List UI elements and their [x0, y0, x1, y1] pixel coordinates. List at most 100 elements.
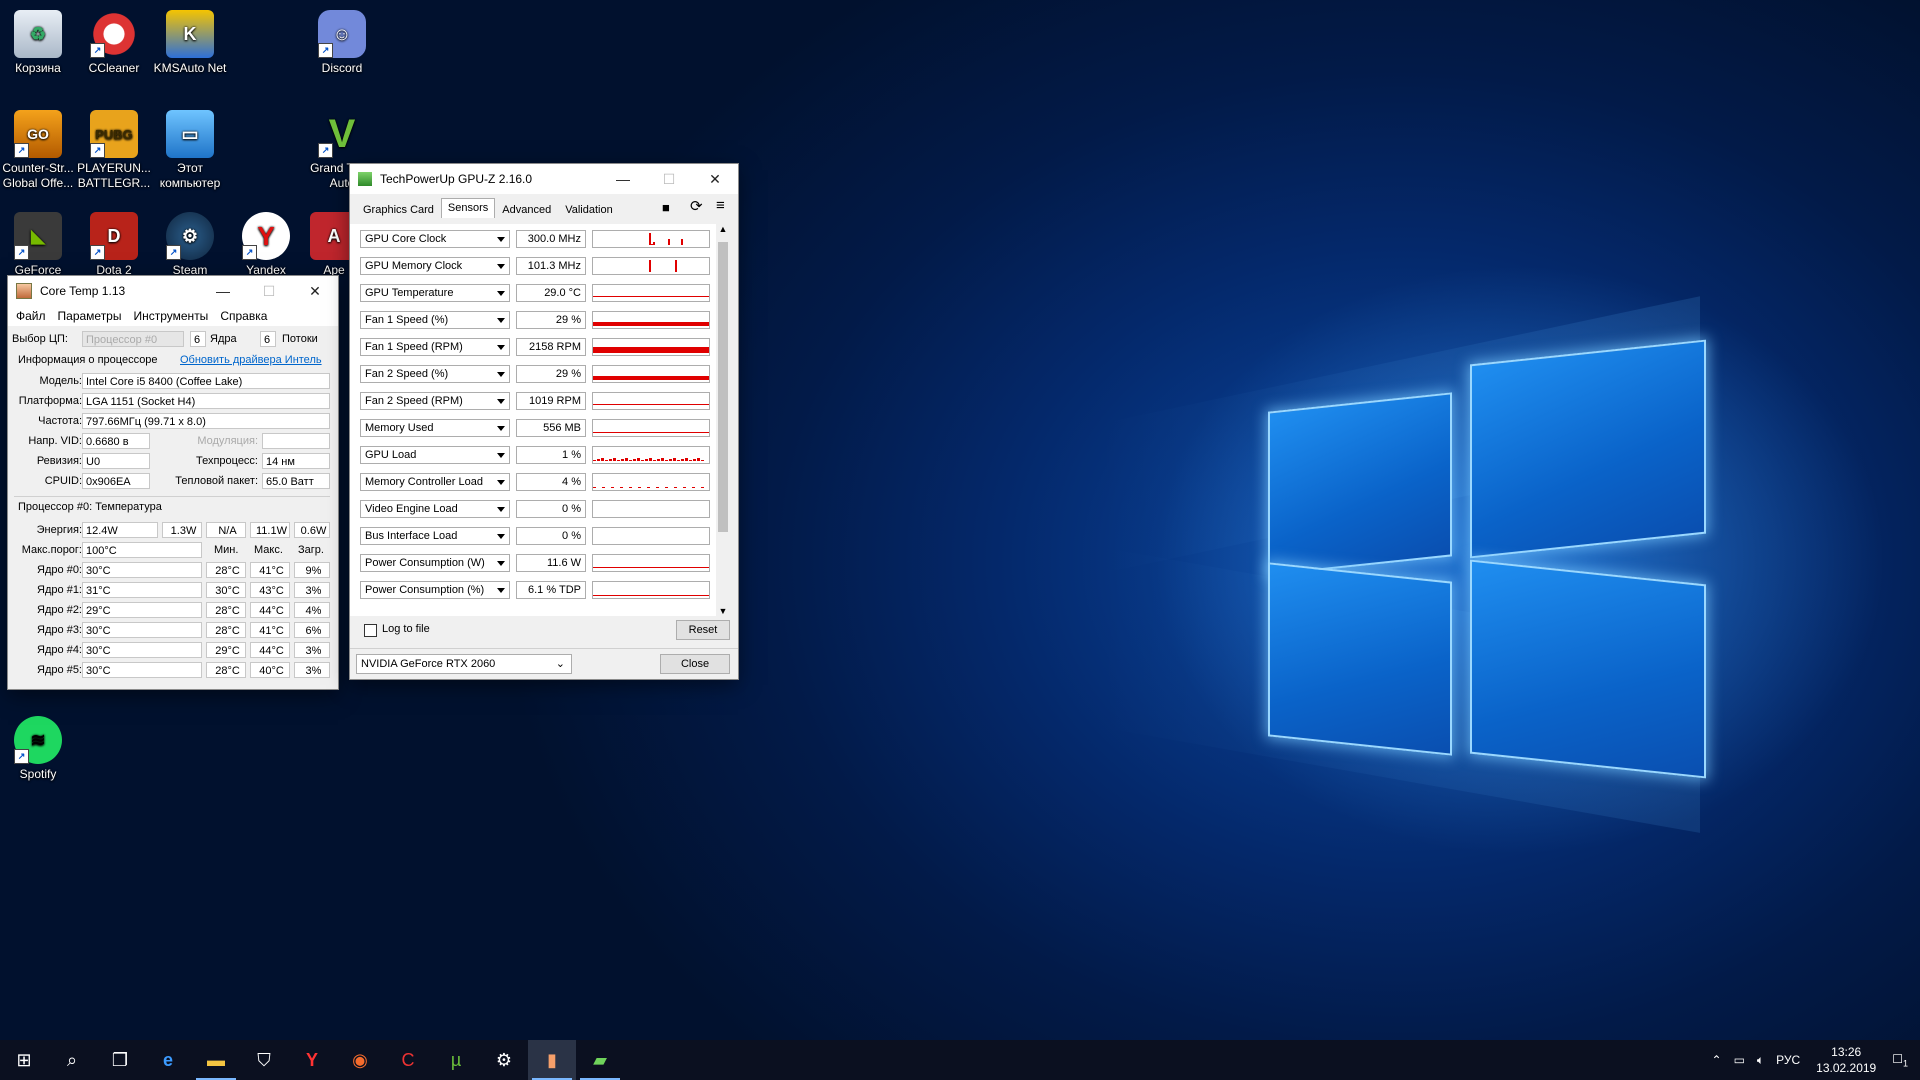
menu-icon[interactable]: ≡ — [716, 197, 725, 214]
desktop-icon-pubg[interactable]: PUBG ↗ PLAYERUN... BATTLEGR... — [76, 106, 152, 191]
sensor-name: Memory Used — [365, 422, 434, 434]
shortcut-arrow-icon: ↗ — [14, 245, 29, 260]
desktop-icon-discord[interactable]: ☺ ↗ Discord — [304, 6, 380, 76]
gpu-select-dropdown[interactable]: NVIDIA GeForce RTX 2060 ⌄ — [356, 654, 572, 674]
sensor-name-dropdown[interactable]: Fan 2 Speed (%) — [360, 365, 510, 383]
menu-help[interactable]: Справка — [220, 309, 267, 323]
cpuid-label: CPUID: — [44, 475, 82, 487]
taskbar-coretemp[interactable]: ▮ — [528, 1040, 576, 1080]
graph-spike — [685, 458, 688, 461]
core-load: 3% — [294, 662, 330, 678]
tab-sensors[interactable]: Sensors — [440, 198, 496, 218]
language-indicator[interactable]: РУС — [1776, 1053, 1800, 1067]
close-button[interactable]: ✕ — [692, 164, 738, 194]
chevron-down-icon: ⌄ — [555, 658, 565, 670]
tab-validation[interactable]: Validation — [558, 200, 620, 220]
sensor-graph — [592, 311, 710, 329]
search-button[interactable]: ⌕ — [48, 1040, 96, 1080]
menu-file[interactable]: Файл — [16, 309, 46, 323]
cpu-select-dropdown[interactable]: Процессор #0 — [82, 331, 184, 347]
notification-icon[interactable]: ☐1 — [1892, 1052, 1908, 1068]
taskbar-origin[interactable]: ◉ — [336, 1040, 384, 1080]
taskbar-ccleaner[interactable]: C — [384, 1040, 432, 1080]
core-max: 43°C — [250, 582, 290, 598]
menu-options[interactable]: Параметры — [58, 309, 122, 323]
sensor-name-dropdown[interactable]: Bus Interface Load — [360, 527, 510, 545]
tab-graphics-card[interactable]: Graphics Card — [356, 200, 441, 220]
desktop-icon-steam[interactable]: ⚙ ↗ Steam — [152, 208, 228, 278]
update-drivers-link[interactable]: Обновить драйвера Интель — [180, 351, 322, 369]
sensor-name-dropdown[interactable]: GPU Load — [360, 446, 510, 464]
desktop-icon-dota2[interactable]: D ↗ Dota 2 — [76, 208, 152, 278]
sensor-row: Memory Controller Load 4 % — [360, 471, 714, 493]
sensor-name-dropdown[interactable]: Video Engine Load — [360, 500, 510, 518]
sensor-name: Fan 1 Speed (%) — [365, 314, 449, 326]
gpuz-titlebar[interactable]: TechPowerUp GPU-Z 2.16.0 — ☐ ✕ — [350, 164, 738, 194]
start-button[interactable]: ⊞ — [0, 1040, 48, 1080]
desktop-icon-recycle-bin[interactable]: ♻ Корзина — [0, 6, 76, 76]
core-load: 3% — [294, 582, 330, 598]
scrollbar-thumb[interactable] — [718, 242, 728, 532]
taskbar-edge[interactable]: e — [144, 1040, 192, 1080]
volume-icon[interactable]: 🔈︎ — [1757, 1053, 1764, 1068]
scroll-down-icon[interactable]: ▼ — [716, 606, 730, 616]
taskbar-store[interactable]: ⛉ — [240, 1040, 288, 1080]
graph-line — [649, 244, 655, 245]
close-window-button[interactable]: Close — [660, 654, 730, 674]
revision-value: U0 — [82, 453, 150, 469]
core-load: 6% — [294, 622, 330, 638]
desktop-icon-kmsauto[interactable]: K KMSAuto Net — [152, 6, 228, 76]
sensor-value: 29.0 °C — [516, 284, 586, 302]
task-view-button[interactable]: ❐ — [96, 1040, 144, 1080]
minimize-button[interactable]: — — [200, 276, 246, 306]
refresh-icon[interactable]: ⟳ — [690, 197, 703, 215]
kmsauto-icon: K — [166, 10, 214, 58]
taskbar-utorrent[interactable]: µ — [432, 1040, 480, 1080]
sensor-name-dropdown[interactable]: GPU Memory Clock — [360, 257, 510, 275]
sensor-name-dropdown[interactable]: Memory Controller Load — [360, 473, 510, 491]
sensor-graph — [592, 365, 710, 383]
sensor-name-dropdown[interactable]: Power Consumption (W) — [360, 554, 510, 572]
sensor-name: GPU Core Clock — [365, 233, 447, 245]
sensor-name-dropdown[interactable]: GPU Core Clock — [360, 230, 510, 248]
steam-icon: ⚙ — [495, 1049, 513, 1070]
core-max: 41°C — [250, 622, 290, 638]
sensor-name-dropdown[interactable]: Memory Used — [360, 419, 510, 437]
clock[interactable]: 13:26 13.02.2019 — [1816, 1044, 1876, 1076]
scroll-up-icon[interactable]: ▲ — [716, 224, 730, 234]
graph-fill — [593, 347, 709, 353]
taskbar-gpuz[interactable]: ▰ — [576, 1040, 624, 1080]
sensor-graph — [592, 284, 710, 302]
tab-advanced[interactable]: Advanced — [495, 200, 558, 220]
desktop-icon-geforce[interactable]: ◣ ↗ GeForce — [0, 208, 76, 278]
sensor-name: Power Consumption (%) — [365, 584, 485, 596]
chevron-up-icon[interactable]: ⌃ — [1712, 1053, 1722, 1067]
menu-tools[interactable]: Инструменты — [133, 309, 208, 323]
reset-button[interactable]: Reset — [676, 620, 730, 640]
desktop-icon-yandex[interactable]: Y ↗ Yandex — [228, 208, 304, 278]
camera-icon[interactable]: ■ — [662, 200, 670, 215]
close-button[interactable]: ✕ — [292, 276, 338, 306]
network-icon[interactable]: ▭ — [1734, 1053, 1745, 1067]
log-to-file-checkbox[interactable] — [364, 624, 377, 637]
explorer-icon: ▬ — [207, 1049, 225, 1070]
clock-date: 13.02.2019 — [1816, 1061, 1877, 1075]
taskbar-steam[interactable]: ⚙ — [480, 1040, 528, 1080]
taskbar-explorer[interactable]: ▬ — [192, 1040, 240, 1080]
sensor-name-dropdown[interactable]: Fan 1 Speed (RPM) — [360, 338, 510, 356]
sensor-name-dropdown[interactable]: Fan 2 Speed (RPM) — [360, 392, 510, 410]
sensor-name-dropdown[interactable]: Power Consumption (%) — [360, 581, 510, 599]
sensor-scrollbar[interactable]: ▲ ▼ — [716, 224, 730, 616]
coretemp-titlebar[interactable]: Core Temp 1.13 — ☐ ✕ — [8, 276, 338, 306]
desktop-icon-this-pc[interactable]: ▭ Этот компьютер — [152, 106, 228, 191]
graph-spike — [649, 458, 652, 461]
sensor-name-dropdown[interactable]: GPU Temperature — [360, 284, 510, 302]
gpuz-window: TechPowerUp GPU-Z 2.16.0 — ☐ ✕ Graphics … — [350, 164, 738, 679]
taskbar: ⊞ ⌕ ❐ e ▬ ⛉ Y ◉ C µ ⚙ ▮ ▰ ⌃ ▭ 🔈︎ РУС 13:… — [0, 1040, 1920, 1080]
desktop-icon-ccleaner[interactable]: ↗ CCleaner — [76, 6, 152, 76]
sensor-name-dropdown[interactable]: Fan 1 Speed (%) — [360, 311, 510, 329]
taskbar-yandex[interactable]: Y — [288, 1040, 336, 1080]
desktop-icon-csgo[interactable]: GO ↗ Counter-Str... Global Offe... — [0, 106, 76, 191]
minimize-button[interactable]: — — [600, 164, 646, 194]
desktop-icon-spotify[interactable]: ≋ ↗ Spotify — [0, 712, 76, 782]
